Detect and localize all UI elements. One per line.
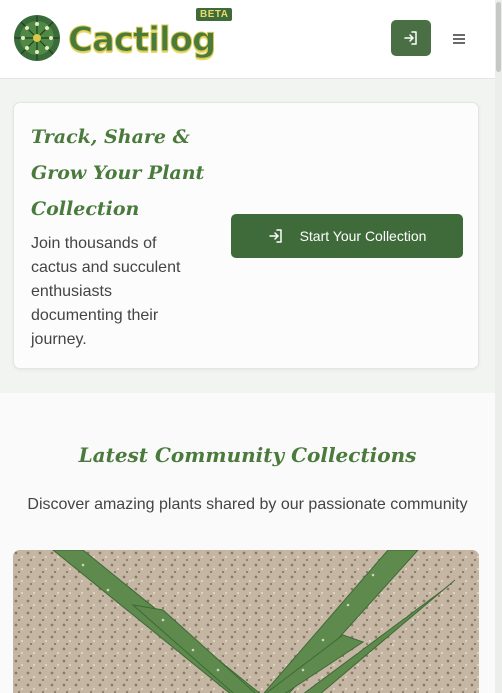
community-section: Latest Community Collections Discover am…	[0, 393, 495, 693]
hero-subtitle: Join thousands of cactus and succulent e…	[31, 235, 181, 348]
scrollbar-thumb[interactable]	[496, 2, 501, 72]
cactus-logo-icon[interactable]	[13, 14, 61, 62]
hero-card: Track, Share & Grow Your Plant Collectio…	[13, 102, 479, 369]
login-button[interactable]	[391, 20, 431, 56]
hero-title: Track, Share & Grow Your Plant Collectio…	[31, 126, 205, 220]
menu-button[interactable]	[446, 26, 472, 52]
logo-wordmark[interactable]: Cactilog	[67, 18, 216, 62]
login-icon	[268, 229, 282, 243]
aloe-plant-image	[13, 550, 479, 693]
start-collection-label: Start Your Collection	[299, 228, 427, 244]
hamburger-menu-icon	[453, 34, 465, 44]
site-header: Cactilog BETA	[0, 0, 502, 79]
start-collection-button[interactable]: Start Your Collection	[231, 214, 463, 258]
collection-photo[interactable]	[13, 550, 479, 693]
community-title: Latest Community Collections	[78, 443, 417, 467]
beta-badge: BETA	[196, 8, 233, 21]
page-scrollbar[interactable]	[495, 0, 502, 693]
login-icon	[404, 31, 417, 45]
community-subtitle: Discover amazing plants shared by our pa…	[27, 496, 468, 513]
